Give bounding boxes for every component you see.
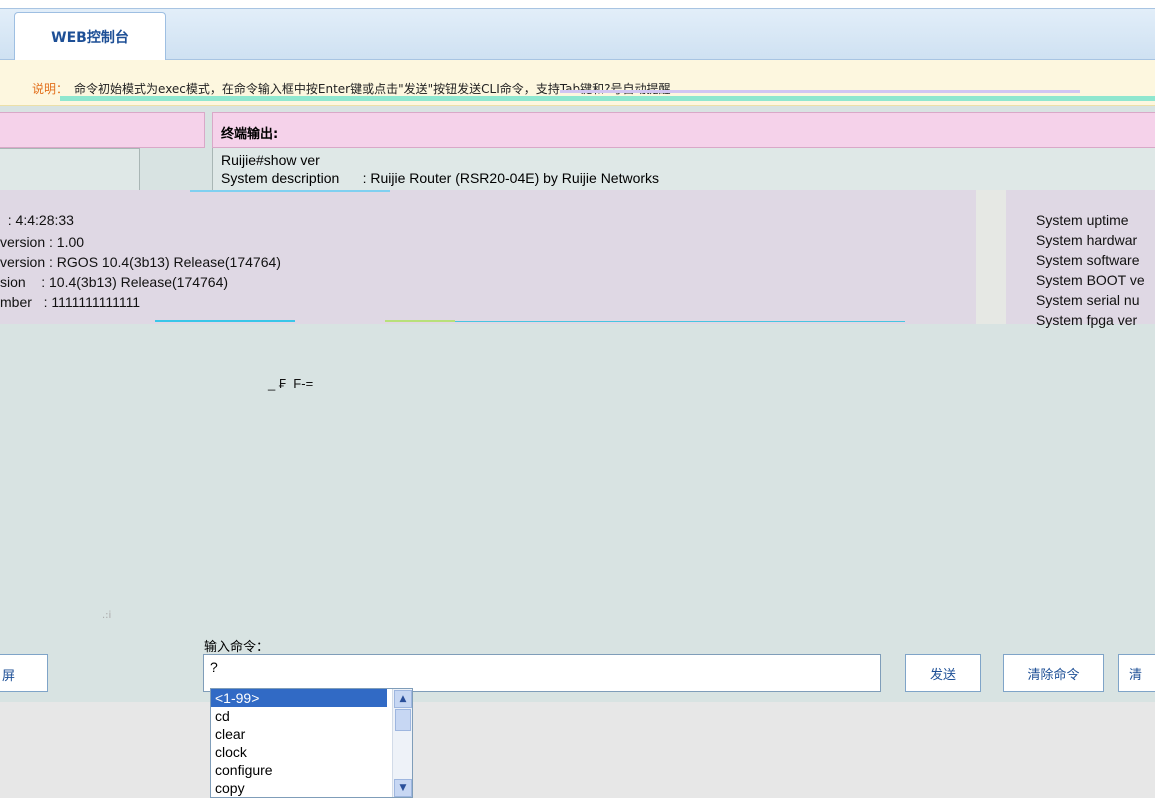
footer (0, 702, 1155, 798)
left-panel-header (0, 112, 205, 148)
render-artifact (455, 321, 905, 322)
tab-web-console[interactable]: WEB控制台 (14, 12, 166, 61)
ghost-line: System serial nu (1036, 292, 1140, 308)
notice-label: 说明： (32, 82, 69, 96)
listbox-option[interactable]: cd (211, 707, 387, 725)
ghost-line: : 4:4:28:33 (0, 212, 74, 228)
ghost-line: System fpga ver (1036, 312, 1138, 328)
terminal-line: System description : Ruijie Router (RSR2… (221, 170, 660, 186)
terminal-output-title: 终端输出: (221, 127, 279, 142)
terminal-area: 终端输出: Ruijie#show ver System description… (0, 106, 1155, 626)
terminal-output: Ruijie#show ver System description : Rui… (212, 148, 1155, 196)
listbox-scrollbar[interactable]: ▲ ▼ (392, 689, 412, 797)
tab-bar: WEB控制台 (0, 0, 1155, 61)
terminal-output-header: 终端输出: (212, 112, 1155, 148)
ghost-line: System uptime (1036, 212, 1129, 228)
listbox-option[interactable]: copy (211, 779, 387, 797)
ghost-line: mber : 1111111111111 (0, 294, 141, 310)
notice-text: 说明： 命令初始模式为exec模式，在命令输入框中按Enter键或点击"发送"按钮… (32, 80, 670, 97)
listbox-option[interactable]: clock (211, 743, 387, 761)
scroll-up-icon[interactable]: ▲ (394, 690, 412, 708)
autocomplete-listbox[interactable]: <1-99> cd clear clock configure copy ▲ ▼ (210, 688, 413, 798)
command-input[interactable]: ? (203, 654, 881, 692)
render-artifact (155, 320, 295, 322)
listbox-option[interactable]: configure (211, 761, 387, 779)
render-artifact (560, 90, 1080, 93)
render-artifact (190, 190, 390, 192)
send-button[interactable]: 发送 (905, 654, 981, 692)
ghost-line: version : 1.00 (0, 234, 85, 250)
stray-glyphs: _ ₣ F-= (268, 376, 314, 391)
notice-bar: 说明： 命令初始模式为exec模式，在命令输入框中按Enter键或点击"发送"按钮… (0, 60, 1155, 106)
ghost-line: System BOOT ve (1036, 272, 1145, 288)
ghost-line: sion : 10.4(3b13) Release(174764) (0, 274, 229, 290)
tab-bar-background (0, 8, 1155, 60)
ghost-line: version : RGOS 10.4(3b13) Release(174764… (0, 254, 281, 270)
terminal-line: Ruijie#show ver (221, 152, 320, 168)
ghost-line: System hardwar (1036, 232, 1138, 248)
clear-screen-button[interactable]: 清 (1118, 654, 1155, 692)
tab-web-console-label: WEB控制台 (51, 30, 129, 46)
resize-grip-icon[interactable]: .:i (102, 610, 111, 621)
ghost-line: System software (1036, 252, 1140, 268)
listbox-option[interactable]: clear (211, 725, 387, 743)
left-panel (0, 148, 140, 194)
command-input-label: 输入命令： (204, 640, 270, 655)
render-artifact (60, 96, 1155, 101)
ghost-divider (976, 190, 1006, 324)
scroll-down-icon[interactable]: ▼ (394, 779, 412, 797)
clear-screen-left-button[interactable]: 屏 (0, 654, 48, 692)
clear-screen-left-label: 屏 (2, 669, 16, 684)
scroll-thumb[interactable] (395, 709, 411, 731)
notice-content: 命令初始模式为exec模式，在命令输入框中按Enter键或点击"发送"按钮发送C… (74, 82, 671, 96)
clear-command-button[interactable]: 清除命令 (1003, 654, 1104, 692)
listbox-option[interactable]: <1-99> (211, 689, 387, 707)
render-artifact (385, 320, 455, 322)
command-bar: 输入命令： 屏 ? 发送 清除命令 清 (0, 626, 1155, 702)
